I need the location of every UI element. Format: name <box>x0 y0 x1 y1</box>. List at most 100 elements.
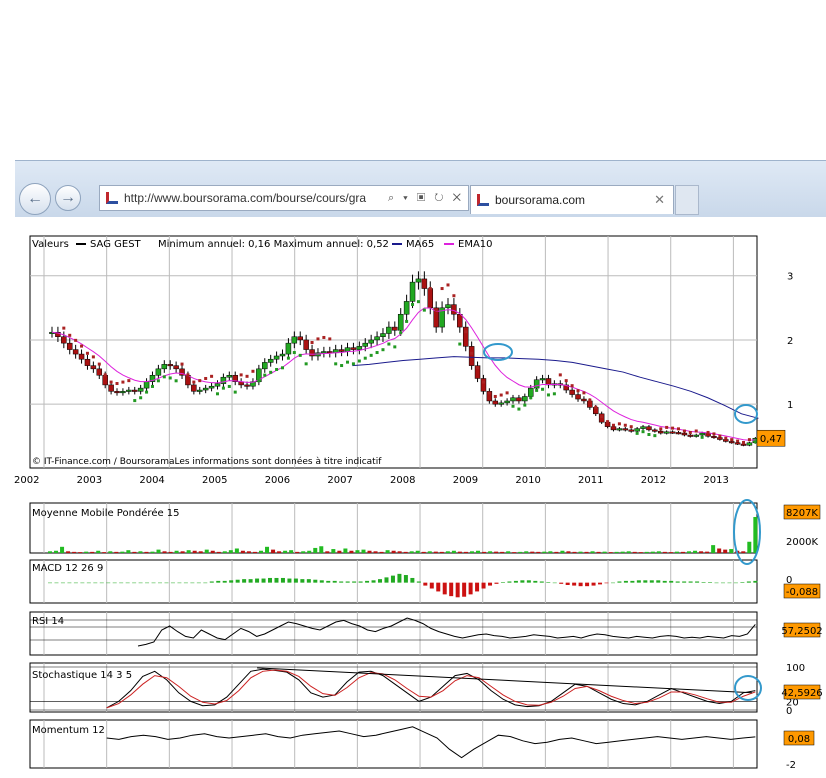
volume-bar <box>668 552 673 553</box>
year-tick-label: 2002 <box>14 475 39 486</box>
volume-bar <box>451 550 456 553</box>
macd-bar <box>662 580 667 583</box>
candle-body <box>84 358 91 366</box>
candle-body <box>108 384 114 392</box>
year-tick-label: 2013 <box>703 475 728 486</box>
candle-body <box>155 368 162 376</box>
candle-body <box>350 347 357 350</box>
candle-body <box>279 353 286 357</box>
volume-bar <box>361 549 366 553</box>
volume-bar <box>439 551 444 553</box>
sar-dot <box>653 434 657 438</box>
stock-chart: 2002 2003 2004 2005 2006 2007 2008 2009 2010 2011… <box>14 235 823 771</box>
sar-dot <box>399 331 403 335</box>
volume-bar <box>427 551 432 553</box>
volume-bar <box>84 551 89 553</box>
volume-bar <box>126 550 131 553</box>
macd-bar <box>727 582 732 584</box>
macd-bar <box>151 582 156 584</box>
sar-dot <box>434 308 438 312</box>
macd-bar <box>617 581 622 583</box>
sar-dot <box>511 404 515 408</box>
sar-dot <box>753 440 757 444</box>
macd-bar <box>656 580 661 583</box>
volume-bar <box>186 550 191 553</box>
macd-bar <box>60 582 65 584</box>
sar-dot <box>180 362 184 366</box>
volume-bar <box>656 551 661 553</box>
candle-body <box>539 378 546 381</box>
candle-body <box>545 378 552 386</box>
candle-body <box>622 428 629 431</box>
sar-dot <box>162 375 166 379</box>
sar-dot <box>606 420 610 424</box>
macd-bar <box>216 580 221 583</box>
candle-body <box>61 336 67 344</box>
candle-body <box>267 358 274 363</box>
volume-bar <box>596 551 601 553</box>
last-price-label: 0,47 <box>760 434 782 445</box>
volume-bar <box>102 552 107 553</box>
sar-dot <box>594 405 598 409</box>
candle-body <box>415 278 422 283</box>
volume-bar <box>204 549 209 553</box>
macd-bar <box>384 577 389 583</box>
sar-dot <box>671 426 675 430</box>
candle-body <box>143 381 150 389</box>
volume-bar <box>228 550 233 553</box>
volume-bar <box>319 546 324 553</box>
price-tick-label: 2 <box>787 336 793 347</box>
candle-body <box>303 339 309 350</box>
volume-bar <box>476 550 481 553</box>
volume-bar <box>349 550 354 553</box>
volume-bar <box>162 551 167 553</box>
sar-dot <box>334 362 338 366</box>
price-tick-label: 1 <box>787 400 793 411</box>
candle-body <box>492 400 499 405</box>
sar-dot <box>712 432 716 436</box>
volume-bar <box>138 551 143 553</box>
volume-bar <box>150 551 155 553</box>
sar-dot <box>440 287 444 291</box>
sar-dot <box>91 355 95 359</box>
candle-body <box>403 301 410 315</box>
candle-body <box>137 387 144 392</box>
volume-bar <box>524 551 529 553</box>
sar-dot <box>393 345 397 349</box>
sar-dot <box>641 430 645 434</box>
macd-bar <box>48 582 52 584</box>
candle-body <box>533 379 540 389</box>
sar-dot <box>363 356 367 360</box>
volume-bar <box>741 551 746 553</box>
volume-bar <box>120 551 125 553</box>
macd-bar <box>145 582 150 584</box>
macd-bar <box>481 582 486 589</box>
macd-bar <box>695 581 700 583</box>
macd-bar <box>345 581 350 583</box>
volume-bar <box>48 551 52 553</box>
volume-bar <box>397 551 402 553</box>
sar-dot <box>275 367 279 371</box>
volume-bar <box>271 549 276 553</box>
volume-bar <box>687 551 692 553</box>
sar-dot <box>340 364 344 368</box>
candle-body <box>581 398 587 402</box>
volume-bar <box>590 551 595 553</box>
volume-bar <box>572 551 577 553</box>
sar-dot <box>481 380 485 384</box>
candle-body <box>120 391 126 394</box>
volume-bar <box>258 550 263 553</box>
macd-bar <box>714 582 719 584</box>
candle-body <box>646 426 652 431</box>
candle-body <box>161 364 168 370</box>
candle-body <box>374 336 380 341</box>
sar-dot <box>304 362 308 366</box>
macd-bar <box>636 580 641 583</box>
sar-dot <box>505 391 509 395</box>
candle-body <box>728 441 735 444</box>
candle-body <box>445 304 451 309</box>
candle-body <box>262 362 268 370</box>
sar-dot <box>682 429 686 433</box>
candle-body <box>90 365 97 370</box>
macd-bar <box>507 581 512 583</box>
